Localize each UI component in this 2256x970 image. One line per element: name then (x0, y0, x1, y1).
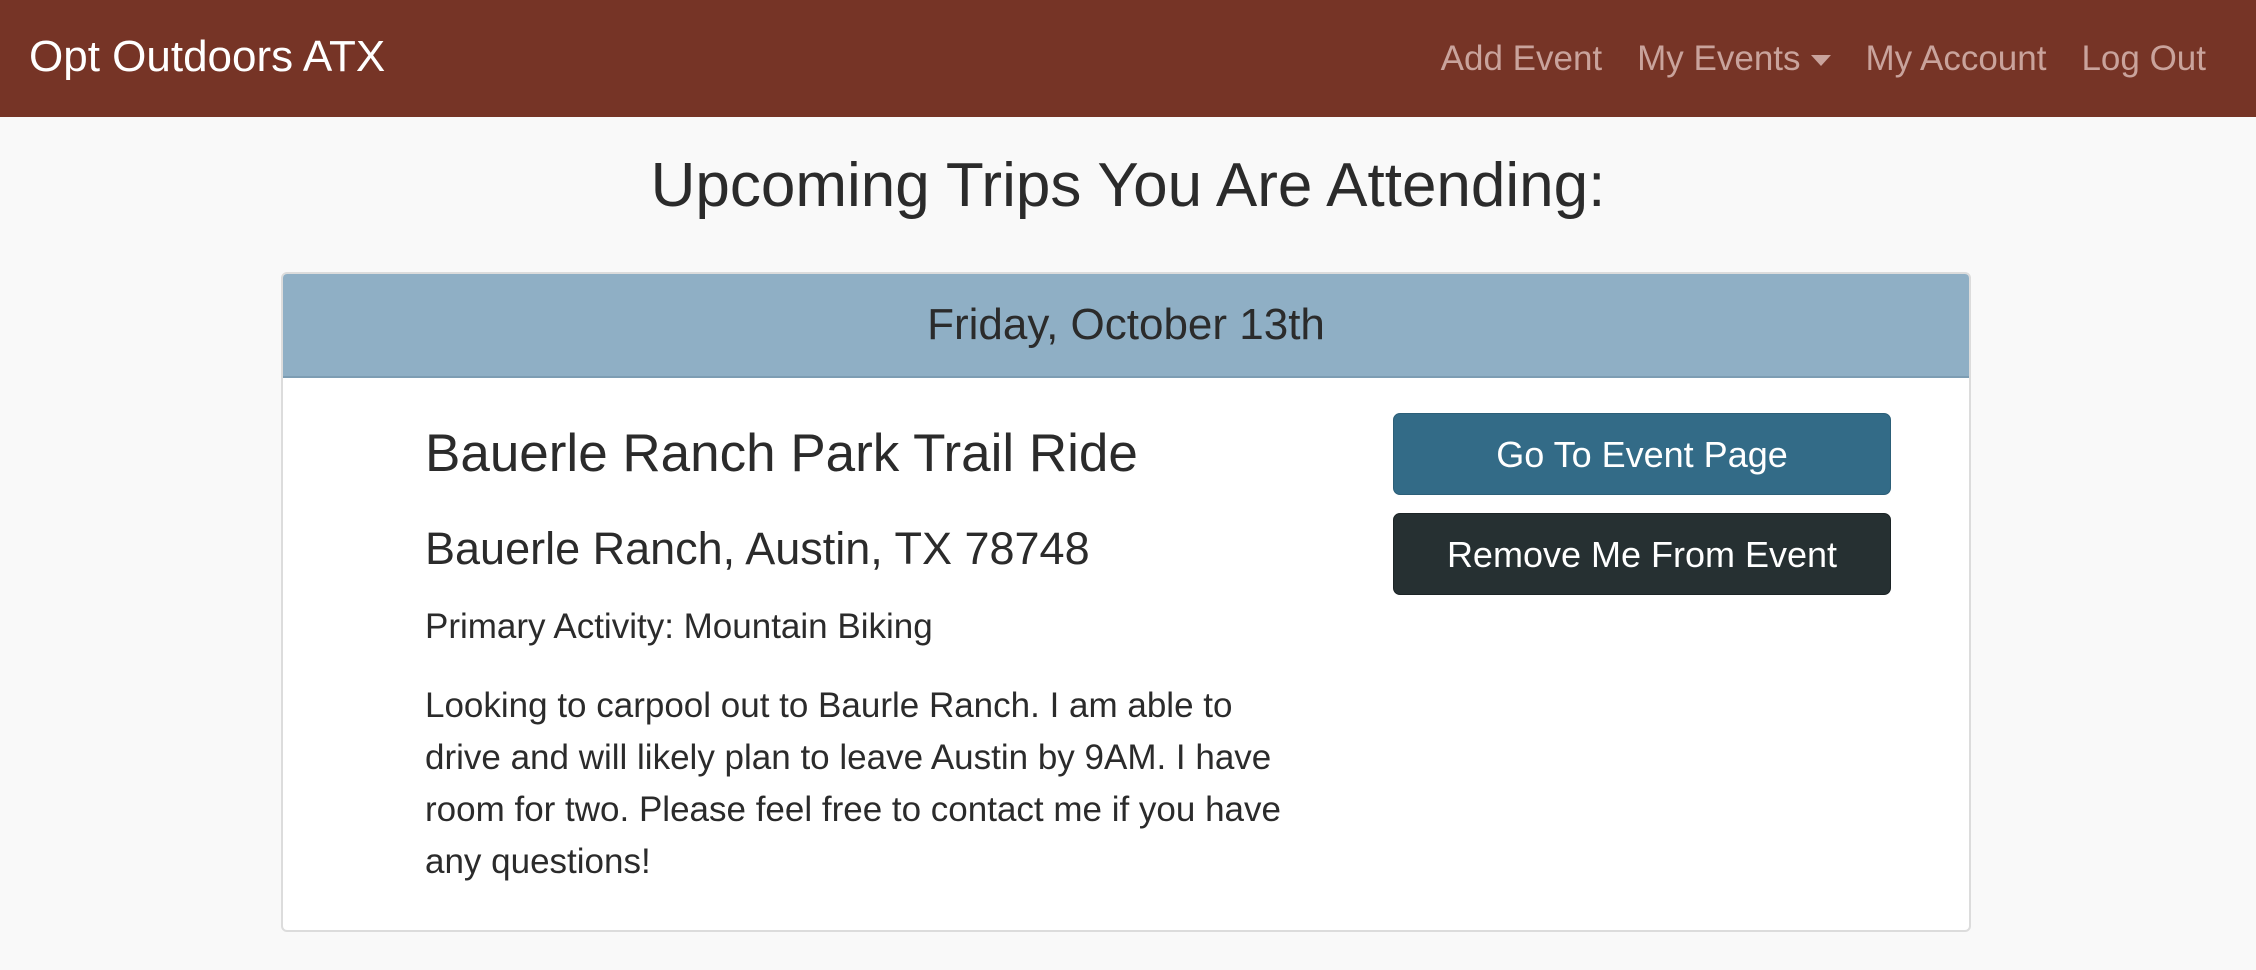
event-location: Bauerle Ranch, Austin, TX 78748 (425, 523, 1090, 574)
nav-add-event-label: Add Event (1440, 38, 1603, 78)
top-navbar: Opt Outdoors ATX Add Event My Events My … (0, 0, 2256, 117)
nav-log-out-label: Log Out (2081, 38, 2206, 78)
nav-log-out-link[interactable]: Log Out (2081, 39, 2206, 79)
event-name: Bauerle Ranch Park Trail Ride (425, 424, 1138, 483)
remove-me-from-event-button[interactable]: Remove Me From Event (1393, 513, 1891, 595)
event-primary-activity: Primary Activity: Mountain Biking (425, 607, 933, 646)
page-title: Upcoming Trips You Are Attending: (650, 151, 1606, 220)
brand-logo-link[interactable]: Opt Outdoors ATX (29, 0, 385, 117)
event-card: Friday, October 13th Bauerle Ranch Park … (281, 272, 1971, 932)
nav-my-account-link[interactable]: My Account (1866, 39, 2047, 79)
nav-add-event-link[interactable]: Add Event (1441, 39, 1603, 79)
nav-my-events-label: My Events (1637, 38, 1801, 78)
nav-links: Add Event My Events My Account Log Out (1441, 0, 2206, 117)
event-description: Looking to carpool out to Baurle Ranch. … (425, 686, 1281, 881)
go-to-event-page-button[interactable]: Go To Event Page (1393, 413, 1891, 495)
nav-my-account-label: My Account (1865, 38, 2047, 78)
nav-my-events-dropdown[interactable]: My Events (1637, 38, 1831, 79)
event-date-header: Friday, October 13th (283, 274, 1969, 378)
caret-down-icon (1810, 55, 1831, 66)
